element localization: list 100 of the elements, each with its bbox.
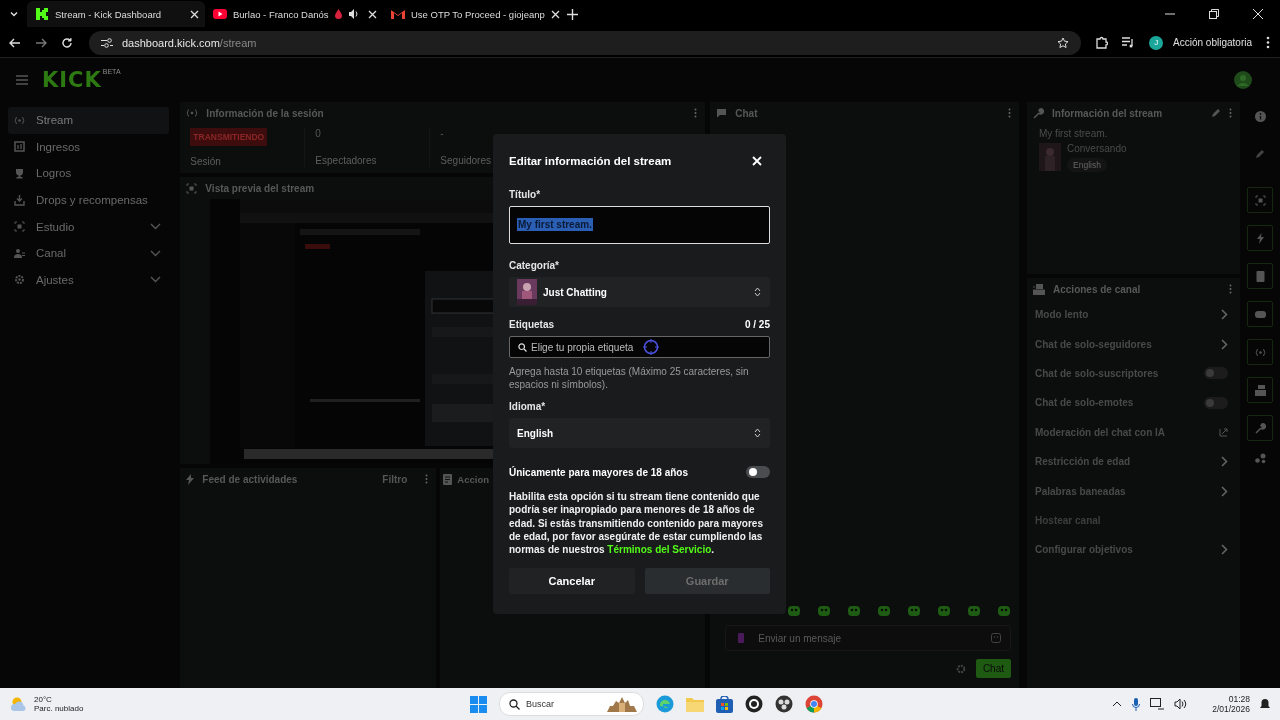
- sidebar-item[interactable]: Drops y recompensas: [8, 186, 170, 214]
- info-icon[interactable]: [1254, 111, 1266, 122]
- action-label[interactable]: Palabras baneadas: [1035, 485, 1222, 497]
- external-link-icon[interactable]: [1219, 427, 1229, 437]
- sidebar-item[interactable]: Estudio: [8, 213, 170, 240]
- back-icon[interactable]: [9, 36, 21, 49]
- weather-text: Parc. nublado: [34, 704, 84, 713]
- dots-icon[interactable]: [1254, 453, 1266, 464]
- emote-icon[interactable]: [938, 605, 951, 617]
- cancel-button[interactable]: Cancelar: [509, 568, 635, 595]
- toggle-switch[interactable]: [746, 466, 770, 478]
- browser-tab[interactable]: Burlao - Franco Danós: [205, 1, 383, 27]
- notification-icon[interactable]: [1260, 698, 1270, 710]
- action-label[interactable]: Chat de solo-suscriptores: [1035, 367, 1205, 379]
- emote-icon[interactable]: [788, 605, 801, 617]
- chevron-right-icon[interactable]: [1221, 456, 1229, 468]
- speaker-icon[interactable]: [1174, 698, 1189, 710]
- close-icon[interactable]: [550, 9, 560, 19]
- restore-icon[interactable]: [1209, 9, 1219, 19]
- more-icon[interactable]: [1266, 36, 1270, 49]
- emoji-icon[interactable]: [991, 633, 1001, 643]
- puzzle-icon[interactable]: [1095, 36, 1109, 49]
- media-icon[interactable]: [1247, 377, 1274, 403]
- sidebar-item[interactable]: Canal: [8, 239, 170, 267]
- sidebar-item[interactable]: Ingresos: [8, 133, 170, 161]
- record-app-icon[interactable]: [745, 695, 763, 713]
- description-text: Habilita esta opción si tu stream tiene contenido que podría ser inapropiado para menores de 18 años de edad. Si estás transmitiendo contenido para mayores de edad, por favor asegúrate de estar cumpliendo las normas de nuestros Términos del Servicio.: [509, 490, 764, 557]
- title-field[interactable]: My first stream.: [509, 206, 770, 244]
- emote-icon[interactable]: [878, 605, 891, 617]
- sidebar-item[interactable]: Logros: [8, 160, 170, 187]
- browser-tab[interactable]: Use OTP To Proceed - giojeanp: [383, 1, 561, 27]
- document-icon[interactable]: [1247, 263, 1274, 289]
- pencil-icon[interactable]: [1211, 108, 1222, 118]
- microphone-icon[interactable]: [1132, 697, 1141, 711]
- tag-counter: 0 / 25: [744, 319, 770, 332]
- start-icon[interactable]: [470, 695, 487, 713]
- browser-icon[interactable]: [805, 695, 823, 713]
- up-down-icon: [754, 428, 761, 438]
- record-app-icon[interactable]: [775, 695, 793, 713]
- bolt-icon[interactable]: [1247, 225, 1274, 251]
- emote-icon[interactable]: [908, 605, 921, 617]
- menu-icon[interactable]: [16, 75, 28, 85]
- category-select[interactable]: Just Chatting: [509, 277, 770, 307]
- tag-search-field[interactable]: Elige tu propia etiqueta: [509, 336, 770, 358]
- panel-title: Información del stream: [1052, 107, 1163, 119]
- browser-tab[interactable]: Stream - Kick Dashboard: [27, 1, 205, 27]
- media-queue-icon[interactable]: [1122, 37, 1136, 48]
- chat-send-button[interactable]: Chat: [975, 659, 1011, 678]
- search-field[interactable]: Buscar: [499, 692, 644, 716]
- speaker-icon[interactable]: [347, 8, 360, 20]
- close-icon[interactable]: [368, 9, 377, 19]
- tab-title: Use OTP To Proceed - giojeanp: [411, 8, 545, 20]
- chevron-right-icon[interactable]: [1221, 309, 1229, 321]
- settings-icon[interactable]: [955, 663, 966, 674]
- chat-bubble-icon[interactable]: [1247, 301, 1274, 327]
- field-label: Título*: [509, 189, 541, 200]
- edge-icon[interactable]: [656, 695, 674, 713]
- chevron-right-icon[interactable]: [1221, 338, 1229, 350]
- store-icon[interactable]: [716, 695, 733, 713]
- action-label[interactable]: Restricción de edad: [1035, 456, 1222, 468]
- message-field[interactable]: Enviar un mensaje: [725, 625, 1011, 651]
- stat-value: 0: [315, 128, 322, 141]
- reload-icon[interactable]: [61, 36, 73, 49]
- profile-avatar[interactable]: J: [1149, 35, 1164, 50]
- address-field[interactable]: dashboard.kick.com/stream: [89, 30, 1082, 55]
- category-name: Conversando: [1067, 143, 1127, 154]
- dialog-title: Editar información del stream: [509, 155, 672, 167]
- search-icon: [509, 698, 520, 710]
- close-icon[interactable]: [190, 9, 199, 19]
- action-label[interactable]: Moderación del chat con IA: [1035, 426, 1220, 438]
- language-select[interactable]: English: [509, 418, 770, 448]
- chevron-up-icon[interactable]: [1112, 701, 1123, 707]
- sidebar-item[interactable]: Stream: [8, 107, 170, 134]
- logo[interactable]: KICK: [42, 68, 102, 92]
- toggle-switch[interactable]: [1204, 367, 1229, 380]
- filter-button[interactable]: Filtro: [382, 473, 408, 485]
- star-icon[interactable]: [1057, 36, 1070, 49]
- network-icon[interactable]: [1150, 698, 1165, 710]
- emote-icon[interactable]: [848, 605, 861, 617]
- pencil-icon[interactable]: [1255, 149, 1266, 159]
- action-label[interactable]: Configurar objetivos: [1035, 544, 1222, 556]
- emote-icon[interactable]: [998, 605, 1011, 617]
- action-label[interactable]: Chat de solo-seguidores: [1035, 338, 1222, 350]
- avatar-icon[interactable]: [1234, 71, 1252, 89]
- new-tab-icon[interactable]: [567, 8, 578, 20]
- action-label[interactable]: Chat de solo-emotes: [1035, 397, 1205, 409]
- bolt-icon: [186, 473, 195, 485]
- sidebar-item[interactable]: Ajustes: [8, 266, 170, 294]
- close-icon[interactable]: [1253, 9, 1263, 19]
- chevron-right-icon[interactable]: [1221, 485, 1229, 497]
- toggle-switch[interactable]: [1204, 396, 1229, 409]
- wrench-icon[interactable]: [1247, 415, 1274, 441]
- chevron-right-icon[interactable]: [1221, 544, 1229, 556]
- settings-icon: [14, 274, 25, 286]
- action-label[interactable]: Modo lento: [1035, 309, 1222, 321]
- action-required-button[interactable]: Acción obligatoria: [1173, 37, 1252, 48]
- emote-icon[interactable]: [968, 605, 981, 617]
- emote-icon[interactable]: [818, 605, 831, 617]
- site-settings-icon[interactable]: [101, 37, 113, 48]
- forward-icon[interactable]: [35, 36, 47, 49]
